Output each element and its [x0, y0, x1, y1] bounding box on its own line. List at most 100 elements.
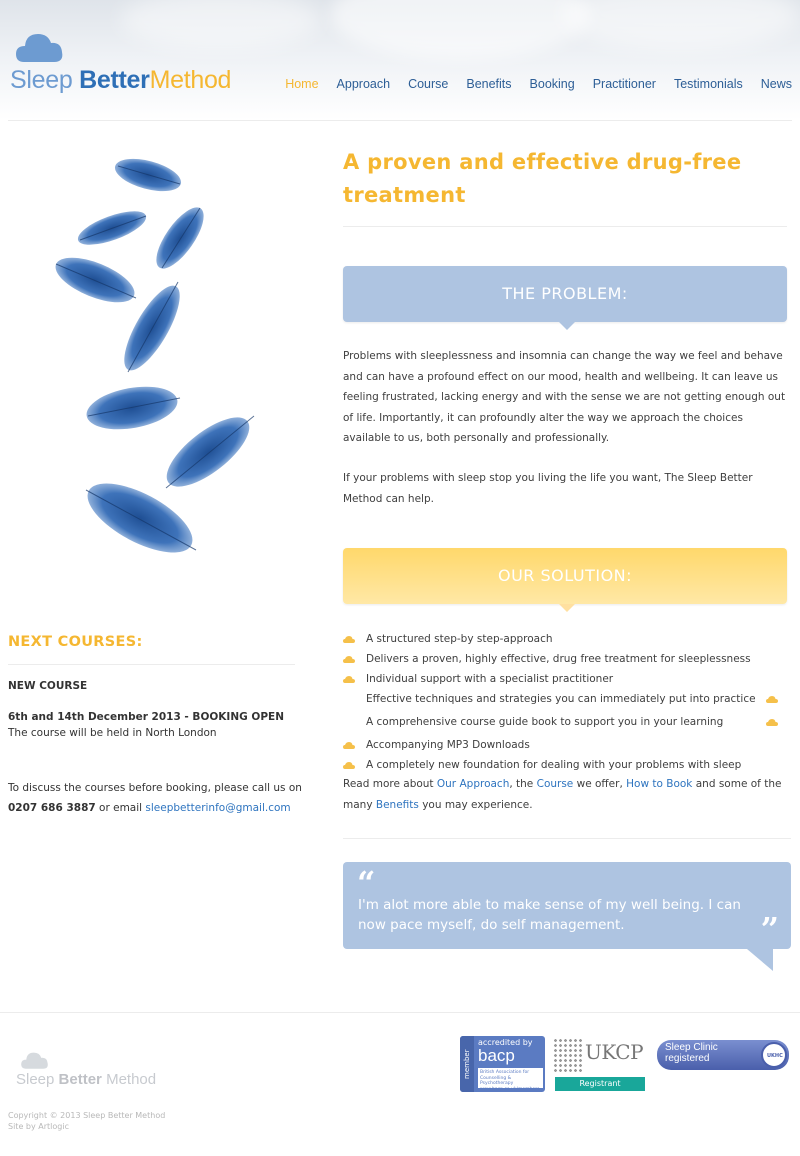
bacp-badge[interactable]: member accredited by bacp British Associ… — [460, 1036, 545, 1092]
ukhc-label: UKHC — [767, 1053, 783, 1059]
bacp-member-label: member — [460, 1036, 474, 1092]
logo-wordmark: Sleep BetterMethod — [10, 66, 231, 95]
ukhc-check-icon: UKHC — [761, 1042, 787, 1068]
next-courses-title: NEXT COURSES: — [8, 634, 143, 650]
footer-logo-word: Method — [106, 1071, 157, 1088]
logo-word-method: Method — [149, 66, 232, 94]
site-header: Sleep BetterMethod Home Approach Course … — [0, 0, 800, 120]
copyright-text: Copyright © 2013 Sleep Better Method — [8, 1111, 166, 1120]
link-benefits[interactable]: Benefits — [376, 799, 419, 811]
sleep-clinic-label: Sleep Clinic registered — [665, 1042, 718, 1064]
problem-banner: THE PROBLEM: — [343, 266, 787, 330]
solution-banner: OUR SOLUTION: — [343, 548, 787, 612]
header-cloud-decoration — [330, 0, 590, 60]
cloud-bullet-icon — [343, 656, 355, 663]
headline-divider — [343, 226, 787, 227]
cloud-bullet-icon — [343, 762, 355, 769]
sleep-clinic-badge[interactable]: Sleep Clinic registered UKHC — [657, 1040, 789, 1070]
list-item: A structured step-by step-approach — [343, 629, 787, 649]
cloud-bullet-icon — [766, 696, 778, 703]
cloud-bullet-icon — [343, 742, 355, 749]
nav-news[interactable]: News — [761, 77, 792, 91]
ukcp-badge[interactable]: UKCP Registrant — [553, 1036, 645, 1092]
testimonial-text: I'm alot more able to make sense of my w… — [358, 897, 741, 933]
solution-list: A structured step-by step-approach Deliv… — [343, 629, 787, 775]
list-item: A comprehensive course guide book to sup… — [343, 712, 787, 735]
site-credit: Site by Artlogic — [8, 1122, 69, 1131]
footer-logo-word: Sleep — [16, 1071, 55, 1088]
contact-intro: To discuss the courses before booking, p… — [8, 782, 302, 794]
contact-email-link[interactable]: sleepbetterinfo@gmail.com — [145, 802, 290, 814]
site-logo[interactable]: Sleep BetterMethod — [10, 22, 250, 102]
cloud-bullet-icon — [343, 636, 355, 643]
cloud-moon-icon — [21, 1048, 54, 1069]
course-dates: 6th and 14th December 2013 - BOOKING OPE… — [8, 711, 284, 723]
sidebar-divider — [8, 664, 295, 665]
solution-item-text: Accompanying MP3 Downloads — [366, 739, 530, 751]
cloud-bullet-icon — [343, 676, 355, 683]
solution-item-text: A structured step-by step-approach — [366, 633, 553, 645]
footer-logo[interactable]: Sleep Better Method — [16, 1045, 166, 1095]
nav-home[interactable]: Home — [285, 77, 318, 91]
testimonial-box: “ I'm alot more able to make sense of my… — [343, 862, 791, 971]
bacp-name: bacp — [478, 1046, 515, 1065]
logo-word-better: Better — [79, 66, 150, 94]
ukcp-registrant-label: Registrant — [555, 1077, 645, 1091]
logo-word-sleep: Sleep — [10, 66, 73, 94]
banner-pointer — [559, 322, 575, 330]
page-headline: A proven and effective drug-free treatme… — [343, 150, 742, 207]
ukcp-name: UKCP — [585, 1040, 644, 1064]
course-label: NEW COURSE — [8, 680, 88, 692]
contact-phone: 0207 686 3887 — [8, 801, 96, 814]
footer-divider — [0, 1012, 800, 1013]
ukcp-dots-icon — [553, 1038, 583, 1072]
header-divider — [8, 120, 792, 121]
course-location: The course will be held in North London — [8, 727, 217, 739]
link-how-to-book[interactable]: How to Book — [626, 778, 692, 790]
solution-heading: OUR SOLUTION: — [497, 566, 633, 585]
list-item: Accompanying MP3 Downloads — [343, 735, 787, 755]
solution-item-text: A completely new foundation for dealing … — [366, 759, 742, 771]
problem-paragraph-2: If your problems with sleep stop you liv… — [343, 472, 753, 505]
list-item: Individual support with a specialist pra… — [343, 669, 787, 689]
list-item: Delivers a proven, highly effective, dru… — [343, 649, 787, 669]
cloud-bullet-icon — [766, 719, 778, 726]
link-our-approach[interactable]: Our Approach — [437, 778, 509, 790]
content-divider — [343, 838, 791, 839]
close-quote-icon: ” — [760, 910, 779, 948]
footer-logo-word: Better — [58, 1071, 102, 1088]
header-cloud-decoration — [560, 0, 800, 50]
read-more-fragment: Read more about — [343, 778, 437, 790]
problem-paragraph-1: Problems with sleeplessness and insomnia… — [343, 350, 786, 444]
solution-item-text: Effective techniques and strategies you … — [366, 693, 756, 705]
solution-item-text: Individual support with a specialist pra… — [366, 673, 614, 685]
read-more-fragment: we offer, — [573, 778, 627, 790]
speech-bubble-tail — [747, 949, 773, 971]
blue-feathers-image — [55, 158, 255, 553]
banner-pointer — [559, 604, 575, 612]
sleep-clinic-line1: Sleep Clinic — [665, 1042, 718, 1053]
nav-course[interactable]: Course — [408, 77, 448, 91]
sleep-clinic-line2: registered — [665, 1053, 710, 1064]
problem-heading: THE PROBLEM: — [502, 284, 628, 303]
read-more-text: Read more about Our Approach, the Course… — [343, 774, 787, 815]
nav-practitioner[interactable]: Practitioner — [593, 77, 656, 91]
contact-or-email: or email — [95, 801, 146, 814]
link-course[interactable]: Course — [537, 778, 574, 790]
list-item: Effective techniques and strategies you … — [343, 689, 787, 712]
main-nav: Home Approach Course Benefits Booking Pr… — [267, 77, 792, 91]
open-quote-icon: “ — [357, 864, 376, 902]
copyright: Copyright © 2013 Sleep Better Method Sit… — [8, 1110, 165, 1132]
solution-item-text: Delivers a proven, highly effective, dru… — [366, 653, 751, 665]
read-more-fragment: , the — [509, 778, 537, 790]
cloud-moon-icon — [16, 26, 72, 62]
nav-benefits[interactable]: Benefits — [466, 77, 511, 91]
nav-testimonials[interactable]: Testimonials — [674, 77, 743, 91]
nav-approach[interactable]: Approach — [337, 77, 391, 91]
read-more-fragment: you may experience. — [418, 798, 533, 811]
list-item: A completely new foundation for dealing … — [343, 755, 787, 775]
footer-logo-wordmark: Sleep Better Method — [16, 1071, 156, 1088]
nav-booking[interactable]: Booking — [530, 77, 575, 91]
bacp-subtext: British Association for Counselling & Ps… — [478, 1068, 543, 1092]
solution-item-text: A comprehensive course guide book to sup… — [366, 716, 724, 728]
